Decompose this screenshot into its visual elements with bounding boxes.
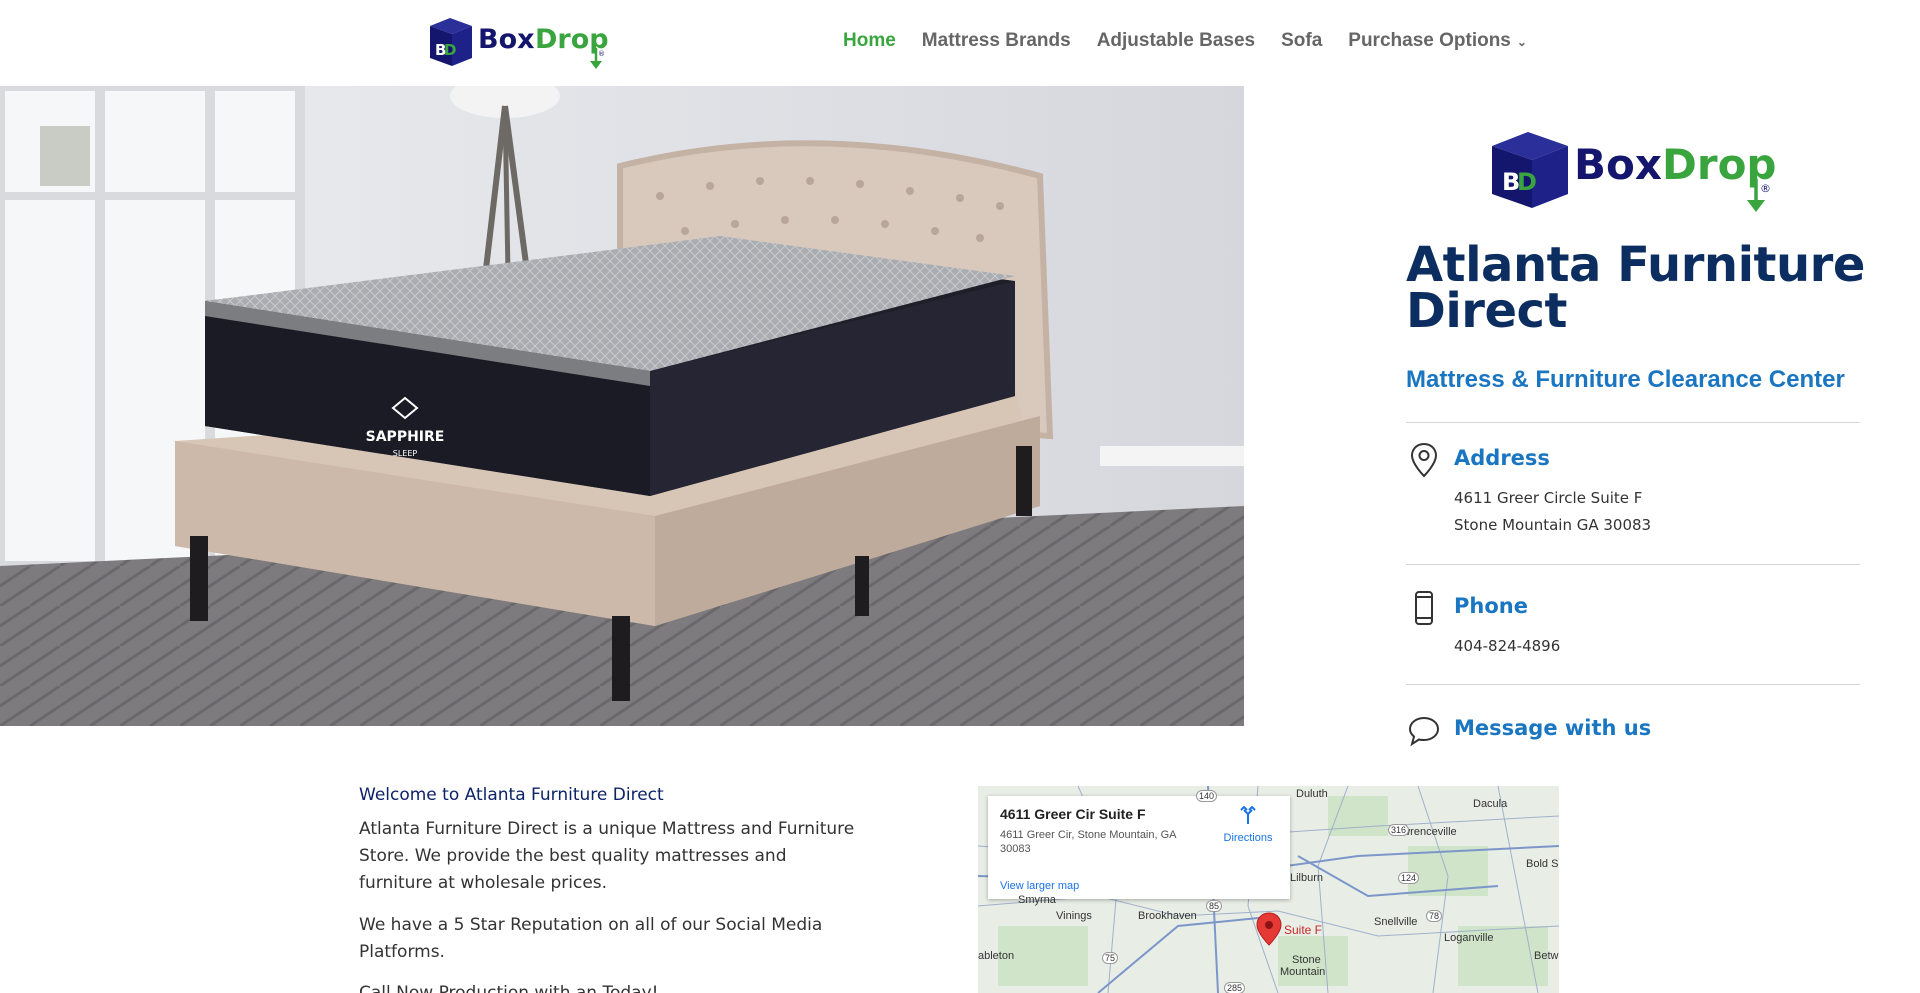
map-place-label: Betw — [1534, 950, 1559, 962]
nav-sofa[interactable]: Sofa — [1281, 30, 1322, 52]
phone-title: Phone — [1454, 594, 1528, 618]
google-map[interactable]: 4611 Greer Cir Suite F 4611 Greer Cir, S… — [978, 786, 1559, 993]
map-place-label: Vinings — [1056, 910, 1092, 922]
svg-text:Box: Box — [478, 24, 535, 55]
intro-paragraph: Atlanta Furniture Direct is a unique Mat… — [359, 819, 855, 893]
route-shield: 140 — [1196, 790, 1218, 802]
route-shield: 124 — [1398, 872, 1420, 884]
map-info-card: 4611 Greer Cir Suite F 4611 Greer Cir, S… — [988, 796, 1290, 899]
map-place-label: Snellville — [1374, 916, 1418, 928]
map-card-address: 4611 Greer Cir, Stone Mountain, GA 30083 — [1000, 829, 1176, 855]
svg-text:D: D — [1517, 168, 1537, 196]
nav-home[interactable]: Home — [843, 30, 896, 52]
business-name-line2: Direct — [1406, 283, 1567, 339]
business-name-line1: Atlanta Furniture — [1406, 237, 1865, 293]
business-name: Atlanta Furniture Direct — [1406, 237, 1876, 339]
map-place-label: Stone — [1292, 954, 1321, 966]
nav-mattress-brands[interactable]: Mattress Brands — [922, 30, 1071, 52]
route-shield: 75 — [1102, 952, 1119, 964]
map-card-title: 4611 Greer Cir Suite F — [1000, 806, 1146, 822]
map-pin-icon — [1408, 442, 1440, 478]
brand-logo-large: B D Box Drop ® — [1490, 126, 1780, 214]
map-place-label: Loganville — [1444, 932, 1494, 944]
site-logo[interactable]: B D Box Drop ® — [428, 14, 610, 70]
view-larger-map-link[interactable]: View larger map — [1000, 880, 1079, 892]
business-tagline: Mattress & Furniture Clearance Center — [1406, 366, 1845, 393]
divider — [1406, 564, 1860, 565]
route-shield: 78 — [1426, 910, 1443, 922]
map-place-label: Smyrna — [1018, 894, 1056, 906]
phone-icon — [1408, 590, 1440, 626]
svg-text:D: D — [444, 41, 456, 59]
nav-purchase-options[interactable]: Purchase Options ⌄ — [1348, 30, 1527, 52]
map-place-label: ableton — [978, 950, 1015, 962]
map-place-label: Brookhaven — [1138, 910, 1197, 922]
map-place-label: Lilburn — [1290, 872, 1324, 884]
svg-text:®: ® — [1760, 182, 1771, 195]
map-place-label: Bold S — [1526, 858, 1559, 870]
directions-button[interactable]: Directions — [1216, 805, 1280, 844]
mattress-brand-label: SAPPHIRE — [366, 429, 445, 445]
address-line2: Stone Mountain GA 30083 — [1454, 516, 1652, 534]
hero-image: SAPPHIRE SLEEP — [0, 86, 1244, 726]
route-shield: 85 — [1206, 900, 1223, 912]
map-pin-marker-icon[interactable] — [1256, 912, 1282, 946]
site-header: B D Box Drop ® Home Mattress Brands Adju… — [0, 0, 1920, 86]
directions-label: Directions — [1223, 832, 1273, 844]
route-shield: 316 — [1388, 824, 1410, 836]
address-line1: 4611 Greer Circle Suite F — [1454, 489, 1643, 507]
chat-bubble-icon — [1408, 712, 1440, 748]
divider — [1406, 684, 1860, 685]
phone-number[interactable]: 404-824-4896 — [1454, 637, 1560, 655]
route-shield: 285 — [1224, 982, 1246, 993]
svg-text:®: ® — [598, 50, 605, 58]
directions-icon — [1240, 805, 1256, 824]
reputation-paragraph: We have a 5 Star Reputation on all of ou… — [359, 915, 823, 962]
divider — [1406, 422, 1860, 423]
chevron-down-icon: ⌄ — [1516, 35, 1527, 49]
svg-text:Box: Box — [1574, 140, 1662, 189]
call-paragraph: Call Now Production with an Today! — [359, 983, 659, 993]
welcome-heading: Welcome to Atlanta Furniture Direct — [359, 785, 664, 805]
map-pin-label: Suite F — [1284, 923, 1323, 937]
map-place-label: Mountain — [1280, 966, 1326, 978]
nav-purchase-options-label: Purchase Options — [1348, 30, 1511, 51]
main-nav: Home Mattress Brands Adjustable Bases So… — [843, 30, 1527, 52]
address-title: Address — [1454, 446, 1550, 470]
nav-adjustable-bases[interactable]: Adjustable Bases — [1097, 30, 1255, 52]
message-link[interactable]: Message with us — [1454, 716, 1651, 740]
map-place-label: Duluth — [1296, 788, 1328, 800]
mattress-sub-label: SLEEP — [393, 449, 418, 458]
map-place-label: Dacula — [1473, 798, 1508, 810]
